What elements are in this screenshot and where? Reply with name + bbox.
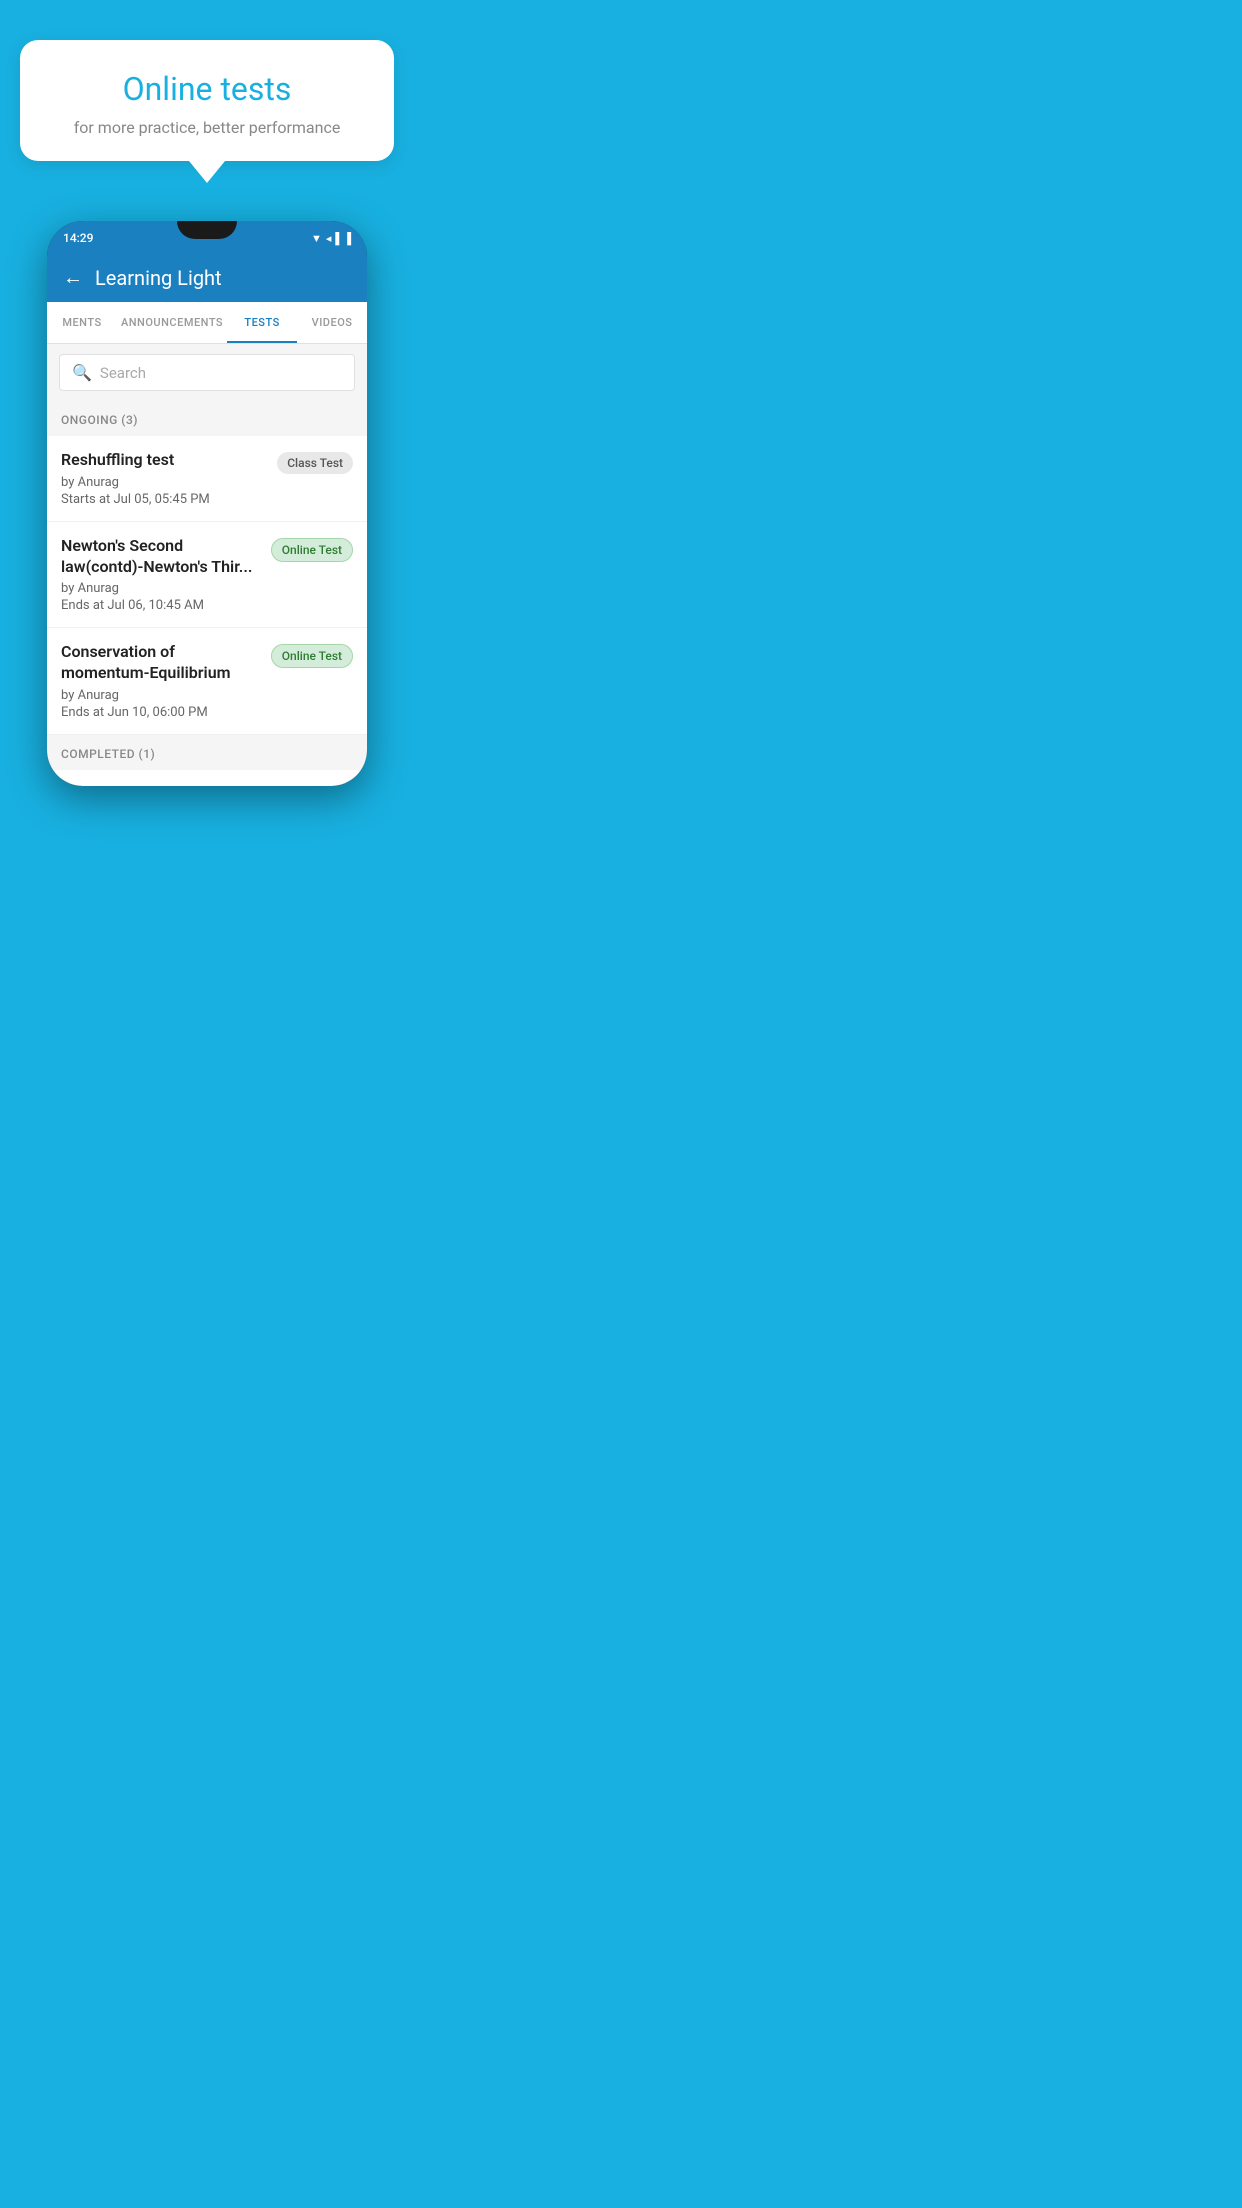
test-name: Reshuffling test (61, 450, 267, 471)
test-info: Conservation of momentum-Equilibrium by … (61, 642, 271, 720)
status-time: 14:29 (63, 231, 93, 245)
ongoing-label: ONGOING (3) (61, 413, 138, 427)
status-icons: ▼ ◂▐ ▐ (311, 232, 351, 245)
phone-notch (177, 221, 237, 239)
test-info: Reshuffling test by Anurag Starts at Jul… (61, 450, 277, 507)
tab-announcements[interactable]: ANNOUNCEMENTS (117, 302, 227, 343)
online-test-badge-2: Online Test (271, 644, 353, 668)
test-name: Conservation of momentum-Equilibrium (61, 642, 261, 684)
tab-videos[interactable]: VIDEOS (297, 302, 367, 343)
search-placeholder: Search (100, 364, 146, 382)
search-bar[interactable]: 🔍 Search (59, 354, 355, 391)
class-test-badge: Class Test (277, 452, 353, 474)
tab-bar: MENTS ANNOUNCEMENTS TESTS VIDEOS (47, 302, 367, 344)
test-author: by Anurag (61, 688, 261, 703)
ongoing-section-header: ONGOING (3) (47, 401, 367, 436)
wifi-icon: ▼ (311, 232, 322, 245)
tab-tests[interactable]: TESTS (227, 302, 297, 343)
completed-label: COMPLETED (1) (61, 747, 155, 761)
online-test-badge: Online Test (271, 538, 353, 562)
test-list: Reshuffling test by Anurag Starts at Jul… (47, 436, 367, 735)
completed-section-header: COMPLETED (1) (47, 735, 367, 770)
app-title: Learning Light (95, 266, 222, 290)
search-icon: 🔍 (72, 363, 92, 382)
list-item[interactable]: Reshuffling test by Anurag Starts at Jul… (47, 436, 367, 522)
search-container: 🔍 Search (47, 344, 367, 401)
tab-ments[interactable]: MENTS (47, 302, 117, 343)
test-name: Newton's Second law(contd)-Newton's Thir… (61, 536, 261, 578)
app-header: ← Learning Light (47, 253, 367, 302)
bubble-title: Online tests (44, 70, 370, 108)
back-button[interactable]: ← (63, 265, 83, 290)
signal-icon: ◂▐ (326, 232, 339, 245)
list-item[interactable]: Conservation of momentum-Equilibrium by … (47, 628, 367, 735)
battery-icon: ▐ (343, 232, 351, 245)
list-item[interactable]: Newton's Second law(contd)-Newton's Thir… (47, 522, 367, 629)
test-author: by Anurag (61, 581, 261, 596)
test-date: Ends at Jul 06, 10:45 AM (61, 598, 261, 613)
promo-section: Online tests for more practice, better p… (0, 0, 414, 161)
test-info: Newton's Second law(contd)-Newton's Thir… (61, 536, 271, 614)
test-date: Starts at Jul 05, 05:45 PM (61, 492, 267, 507)
phone-frame: 14:29 ▼ ◂▐ ▐ ← Learning Light MENTS ANNO… (47, 221, 367, 786)
test-date: Ends at Jun 10, 06:00 PM (61, 705, 261, 720)
test-author: by Anurag (61, 475, 267, 490)
speech-bubble: Online tests for more practice, better p… (20, 40, 394, 161)
phone-mockup: 14:29 ▼ ◂▐ ▐ ← Learning Light MENTS ANNO… (0, 221, 414, 786)
bubble-subtitle: for more practice, better performance (44, 118, 370, 137)
phone-bottom (47, 770, 367, 786)
